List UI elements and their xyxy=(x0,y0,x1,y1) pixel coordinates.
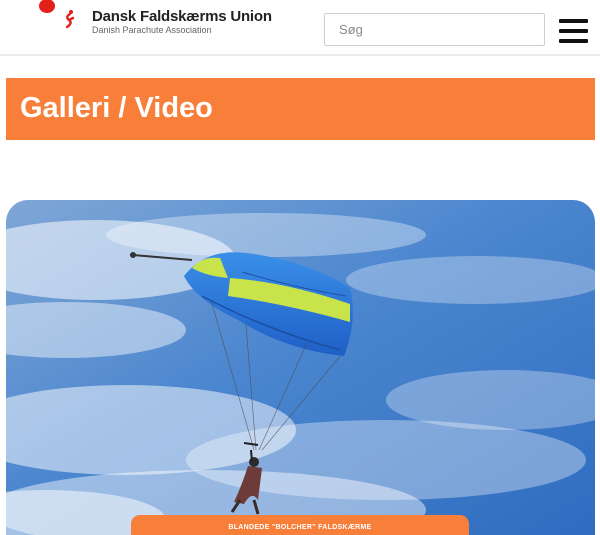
page-title-banner: Galleri / Video xyxy=(6,78,595,140)
search-input[interactable] xyxy=(324,13,545,46)
page-title: Galleri / Video xyxy=(20,92,213,124)
brand-title: Dansk Faldskærms Union xyxy=(92,8,272,25)
parachute-canopy-photo[interactable] xyxy=(6,200,595,535)
hamburger-menu-icon[interactable] xyxy=(559,19,588,44)
photo-caption-bar: BLANDEDE "BOLCHER" FALDSKÆRME xyxy=(131,515,469,535)
site-header: Dansk Faldskærms Union Danish Parachute … xyxy=(0,0,600,56)
brand-subtitle: Danish Parachute Association xyxy=(92,25,212,35)
parachutist-logo-icon xyxy=(39,0,75,29)
photo-caption: BLANDEDE "BOLCHER" FALDSKÆRME xyxy=(228,524,372,531)
logo-link[interactable] xyxy=(36,0,86,46)
